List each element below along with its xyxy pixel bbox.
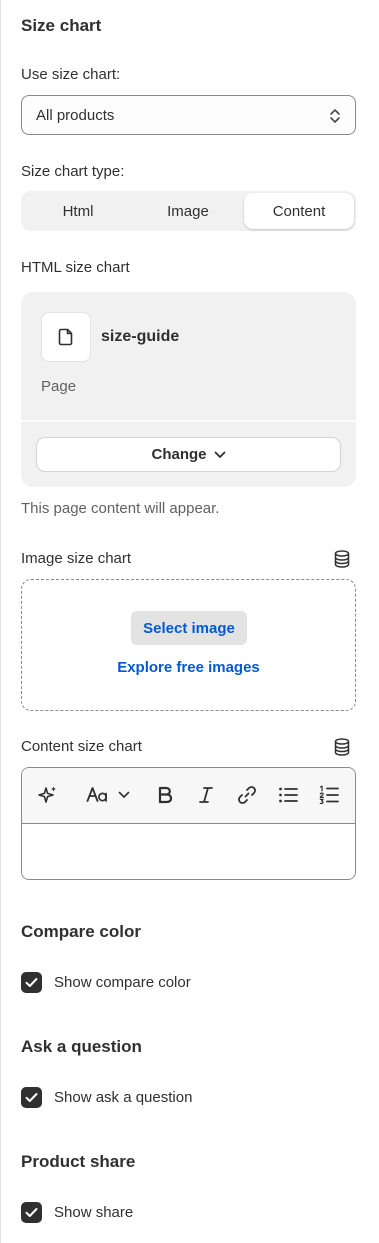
explore-free-images-link[interactable]: Explore free images	[22, 659, 355, 676]
checkmark-icon	[25, 1093, 38, 1102]
dynamic-source-icon[interactable]	[334, 550, 350, 568]
show-share-checkbox[interactable]	[21, 1202, 42, 1223]
card-divider	[21, 420, 356, 422]
text-format-icon	[86, 787, 107, 802]
text-format-dropdown[interactable]	[82, 782, 134, 808]
image-dropzone[interactable]: Select image Explore free images	[21, 579, 356, 711]
italic-icon[interactable]	[194, 782, 218, 808]
numbered-list-icon[interactable]	[317, 782, 341, 808]
show-ask-question-label: Show ask a question	[54, 1089, 193, 1106]
checkmark-icon	[25, 978, 38, 987]
show-share-checkbox-row[interactable]: Show share	[21, 1202, 133, 1223]
change-button-label: Change	[151, 446, 207, 463]
show-compare-color-label: Show compare color	[54, 974, 191, 991]
size-chart-type-segmented: Html Image Content	[21, 191, 356, 231]
select-image-button[interactable]: Select image	[131, 611, 247, 645]
show-ask-question-checkbox-row[interactable]: Show ask a question	[21, 1087, 192, 1108]
product-share-heading: Product share	[21, 1152, 136, 1171]
change-page-button[interactable]: Change	[37, 438, 340, 471]
content-size-chart-label: Content size chart	[21, 738, 142, 755]
editor-content-area[interactable]	[22, 825, 355, 879]
html-size-chart-label: HTML size chart	[21, 259, 130, 276]
show-compare-color-checkbox-row[interactable]: Show compare color	[21, 972, 191, 993]
panel-left-border	[0, 0, 1, 1243]
page-type: Page	[41, 378, 77, 395]
editor-toolbar	[22, 768, 355, 824]
type-option-content[interactable]: Content	[244, 193, 354, 229]
size-chart-type-label: Size chart type:	[21, 163, 125, 180]
size-chart-heading: Size chart	[21, 16, 102, 35]
rich-text-editor	[21, 767, 356, 880]
chevron-down-icon	[214, 451, 225, 458]
page-thumbnail	[41, 312, 91, 362]
show-compare-color-checkbox[interactable]	[21, 972, 42, 993]
use-size-chart-label: Use size chart:	[21, 66, 121, 83]
page-name: size-guide	[101, 328, 180, 345]
html-chart-hint: This page content will appear.	[21, 500, 220, 517]
chevron-down-icon	[118, 791, 130, 798]
compare-color-heading: Compare color	[21, 922, 141, 941]
image-size-chart-label: Image size chart	[21, 550, 132, 567]
selected-page-card: size-guide Page Change	[21, 292, 356, 487]
ask-question-heading: Ask a question	[21, 1037, 142, 1056]
type-option-image[interactable]: Image	[133, 193, 243, 229]
show-share-label: Show share	[54, 1204, 134, 1221]
show-ask-question-checkbox[interactable]	[21, 1087, 42, 1108]
magic-icon[interactable]	[37, 782, 59, 808]
select-chevron-icon	[330, 109, 340, 123]
link-icon[interactable]	[235, 782, 259, 808]
dynamic-source-icon[interactable]	[334, 738, 350, 756]
bullet-list-icon[interactable]	[276, 782, 300, 808]
page-document-icon	[58, 328, 73, 346]
checkmark-icon	[25, 1208, 38, 1217]
use-size-chart-value: All products	[36, 106, 115, 124]
type-option-html[interactable]: Html	[23, 193, 133, 229]
use-size-chart-select[interactable]: All products	[21, 95, 356, 135]
bold-icon[interactable]	[153, 782, 177, 808]
